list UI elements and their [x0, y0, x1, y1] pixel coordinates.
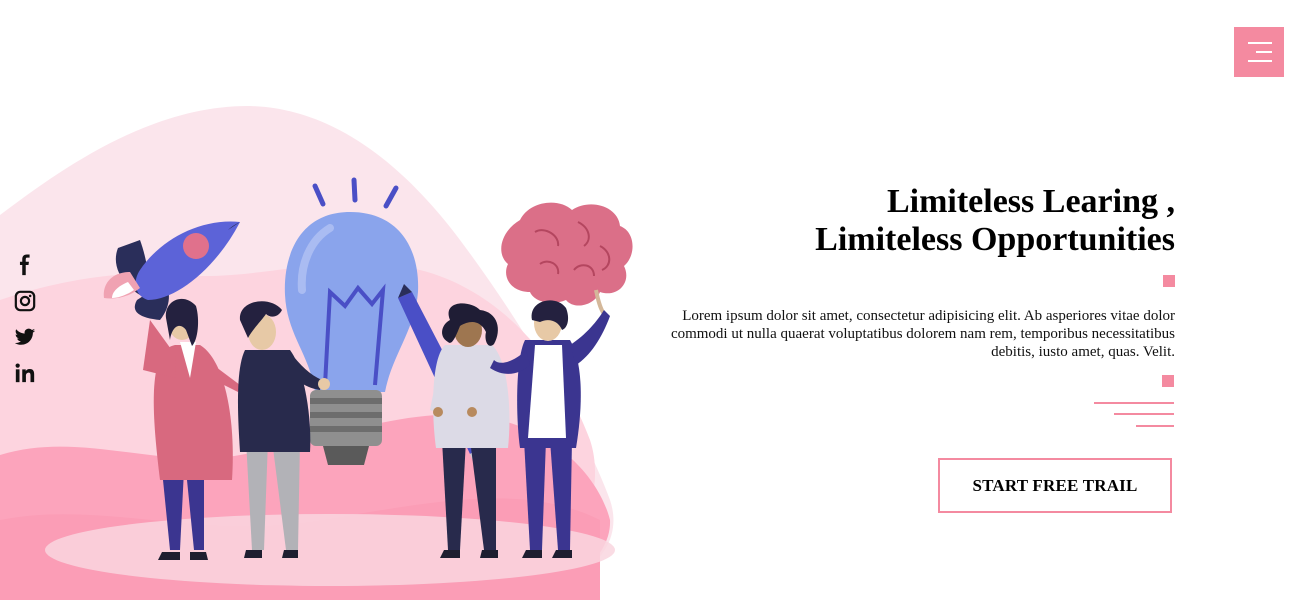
hero-description: Lorem ipsum dolor sit amet, consectetur … — [670, 308, 1175, 360]
facebook-icon[interactable] — [14, 254, 36, 276]
twitter-icon[interactable] — [14, 326, 36, 348]
hero-title-line2: Limiteless Opportunities — [815, 221, 1175, 258]
decorative-line-2 — [1114, 413, 1174, 415]
hamburger-icon-bar-middle — [1256, 51, 1272, 53]
hamburger-icon-bar-top — [1248, 42, 1272, 44]
menu-button[interactable] — [1234, 27, 1284, 77]
hero-illustration — [0, 105, 633, 600]
decorative-line-3 — [1136, 425, 1174, 427]
social-links — [14, 254, 38, 398]
linkedin-icon[interactable] — [14, 362, 36, 384]
instagram-icon[interactable] — [14, 290, 36, 312]
decorative-square-top — [1163, 275, 1175, 287]
hamburger-icon-bar-bottom — [1248, 60, 1272, 62]
decorative-line-1 — [1094, 402, 1174, 404]
decorative-square-bottom — [1162, 375, 1174, 387]
hero-title: Limiteless Learing , Limiteless Opportun… — [815, 183, 1175, 259]
hero-title-line1: Limiteless Learing , — [886, 183, 1175, 220]
start-free-trail-button[interactable]: START FREE TRAIL — [938, 458, 1172, 513]
landing-page: Limiteless Learing , Limiteless Opportun… — [0, 0, 1299, 600]
brain-icon — [501, 202, 633, 316]
